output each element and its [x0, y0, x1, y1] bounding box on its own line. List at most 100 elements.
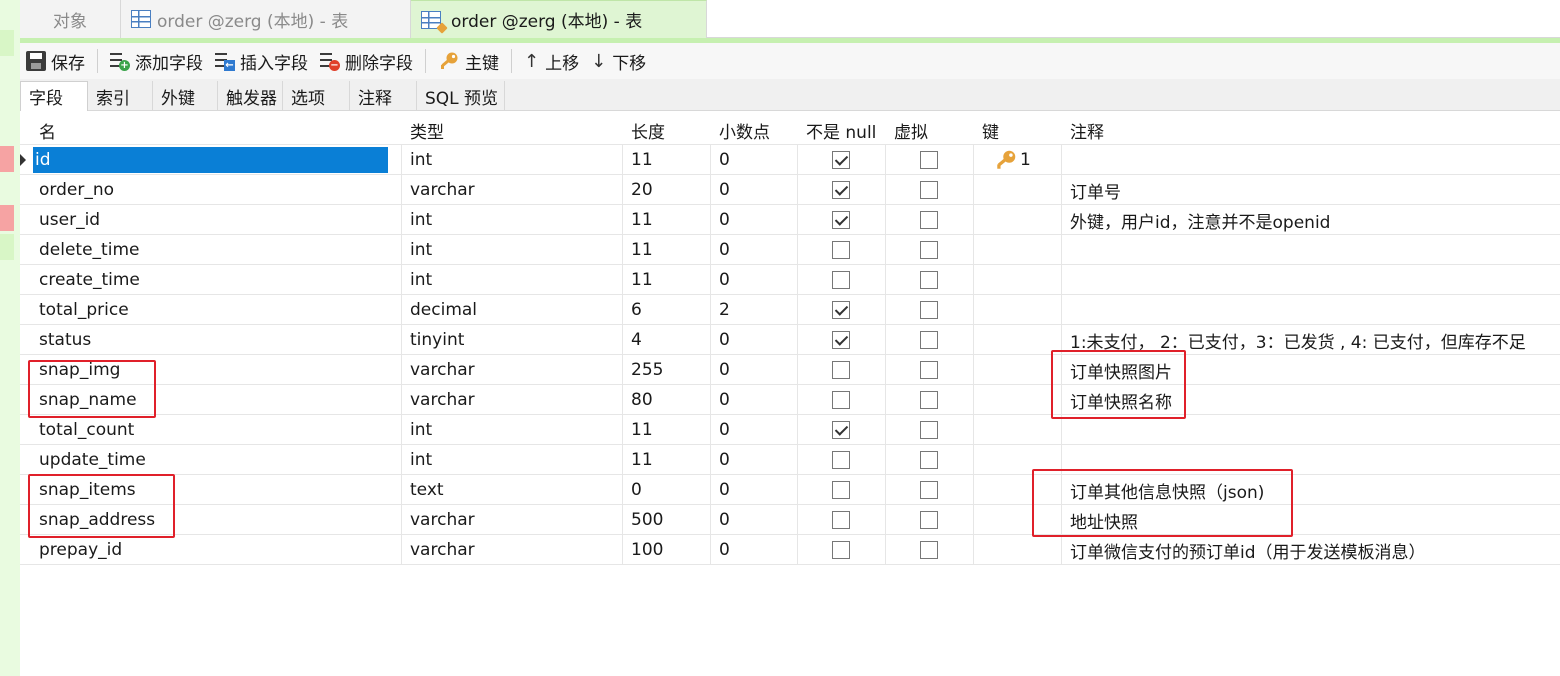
virtual-checkbox[interactable]	[920, 271, 938, 289]
field-type-cell[interactable]: int	[402, 145, 623, 175]
move-down-button[interactable]: ↓ 下移	[585, 46, 652, 76]
field-decimals-cell[interactable]: 0	[711, 265, 798, 295]
field-length-cell[interactable]: 6	[623, 295, 711, 325]
field-comment-cell[interactable]: 订单微信支付的预订单id（用于发送模板消息）	[1062, 535, 1560, 565]
virtual-checkbox[interactable]	[920, 481, 938, 499]
header-length[interactable]: 长度	[623, 115, 711, 145]
field-name-cell[interactable]: total_price	[31, 295, 402, 325]
field-comment-cell[interactable]	[1062, 415, 1560, 445]
field-name-cell[interactable]: total_count	[31, 415, 402, 445]
virtual-checkbox[interactable]	[920, 301, 938, 319]
field-key-cell[interactable]	[974, 205, 1062, 235]
field-length-cell[interactable]: 100	[623, 535, 711, 565]
field-comment-cell[interactable]	[1062, 265, 1560, 295]
subtab-fields[interactable]: 字段	[20, 81, 88, 111]
not-null-checkbox[interactable]	[832, 301, 850, 319]
table-row[interactable]: id int 11 0 1	[20, 145, 1560, 175]
field-type-cell[interactable]: int	[402, 205, 623, 235]
virtual-checkbox[interactable]	[920, 331, 938, 349]
field-type-cell[interactable]: int	[402, 235, 623, 265]
subtab-sql-preview[interactable]: SQL 预览	[417, 81, 505, 111]
field-length-cell[interactable]: 11	[623, 145, 711, 175]
field-type-cell[interactable]: int	[402, 415, 623, 445]
table-row[interactable]: snap_address varchar 500 0 地址快照	[20, 505, 1560, 535]
insert-field-button[interactable]: ← 插入字段	[209, 46, 314, 76]
field-length-cell[interactable]: 4	[623, 325, 711, 355]
field-name-cell[interactable]: status	[31, 325, 402, 355]
not-null-checkbox[interactable]	[832, 451, 850, 469]
field-name-cell[interactable]: delete_time	[31, 235, 402, 265]
field-length-cell[interactable]: 11	[623, 445, 711, 475]
field-key-cell[interactable]	[974, 325, 1062, 355]
header-key[interactable]: 键	[974, 115, 1062, 145]
not-null-checkbox[interactable]	[832, 361, 850, 379]
table-row[interactable]: total_count int 11 0	[20, 415, 1560, 445]
table-row[interactable]: prepay_id varchar 100 0 订单微信支付的预订单id（用于发送模板消…	[20, 535, 1560, 565]
field-name-cell[interactable]: update_time	[31, 445, 402, 475]
field-key-cell[interactable]	[974, 415, 1062, 445]
field-name-cell[interactable]: prepay_id	[31, 535, 402, 565]
field-decimals-cell[interactable]: 0	[711, 415, 798, 445]
field-type-cell[interactable]: int	[402, 445, 623, 475]
header-comment[interactable]: 注释	[1062, 115, 1560, 145]
field-key-cell[interactable]: 1	[974, 145, 1062, 175]
subtab-triggers[interactable]: 触发器	[218, 81, 283, 111]
tab-order-table-inactive[interactable]: order @zerg (本地) - 表	[121, 0, 411, 38]
not-null-checkbox[interactable]	[832, 421, 850, 439]
field-key-cell[interactable]	[974, 295, 1062, 325]
not-null-checkbox[interactable]	[832, 241, 850, 259]
not-null-checkbox[interactable]	[832, 181, 850, 199]
virtual-checkbox[interactable]	[920, 211, 938, 229]
field-key-cell[interactable]	[974, 265, 1062, 295]
field-decimals-cell[interactable]: 0	[711, 475, 798, 505]
field-decimals-cell[interactable]: 2	[711, 295, 798, 325]
field-length-cell[interactable]: 11	[623, 205, 711, 235]
move-up-button[interactable]: ↑ 上移	[518, 46, 585, 76]
field-name-cell[interactable]: id	[31, 145, 402, 175]
field-key-cell[interactable]	[974, 535, 1062, 565]
header-not-null[interactable]: 不是 null	[798, 115, 886, 145]
field-length-cell[interactable]: 0	[623, 475, 711, 505]
field-comment-cell[interactable]: 外键，用户id，注意并不是openid	[1062, 205, 1560, 235]
field-name-cell[interactable]: create_time	[31, 265, 402, 295]
subtab-foreign-keys[interactable]: 外键	[153, 81, 218, 111]
field-name-cell[interactable]: order_no	[31, 175, 402, 205]
field-type-cell[interactable]: int	[402, 265, 623, 295]
field-key-cell[interactable]	[974, 385, 1062, 415]
not-null-checkbox[interactable]	[832, 151, 850, 169]
field-comment-cell[interactable]	[1062, 235, 1560, 265]
field-length-cell[interactable]: 80	[623, 385, 711, 415]
field-length-cell[interactable]: 20	[623, 175, 711, 205]
virtual-checkbox[interactable]	[920, 181, 938, 199]
not-null-checkbox[interactable]	[832, 541, 850, 559]
field-type-cell[interactable]: varchar	[402, 535, 623, 565]
not-null-checkbox[interactable]	[832, 511, 850, 529]
add-field-button[interactable]: + 添加字段	[104, 46, 209, 76]
field-decimals-cell[interactable]: 0	[711, 145, 798, 175]
table-row[interactable]: order_no varchar 20 0 订单号	[20, 175, 1560, 205]
not-null-checkbox[interactable]	[832, 331, 850, 349]
field-length-cell[interactable]: 11	[623, 415, 711, 445]
virtual-checkbox[interactable]	[920, 241, 938, 259]
virtual-checkbox[interactable]	[920, 511, 938, 529]
not-null-checkbox[interactable]	[832, 211, 850, 229]
table-row[interactable]: create_time int 11 0	[20, 265, 1560, 295]
virtual-checkbox[interactable]	[920, 421, 938, 439]
virtual-checkbox[interactable]	[920, 361, 938, 379]
field-decimals-cell[interactable]: 0	[711, 355, 798, 385]
field-name-cell[interactable]: user_id	[31, 205, 402, 235]
field-comment-cell[interactable]	[1062, 145, 1560, 175]
tab-order-table-design[interactable]: order @zerg (本地) - 表	[411, 0, 707, 38]
virtual-checkbox[interactable]	[920, 391, 938, 409]
virtual-checkbox[interactable]	[920, 451, 938, 469]
header-decimals[interactable]: 小数点	[711, 115, 798, 145]
field-type-cell[interactable]: varchar	[402, 355, 623, 385]
primary-key-button[interactable]: 主键	[432, 46, 505, 76]
virtual-checkbox[interactable]	[920, 541, 938, 559]
table-row[interactable]: status tinyint 4 0 1:未支付， 2：已支付，3：已发货 , 4: 已…	[20, 325, 1560, 355]
field-decimals-cell[interactable]: 0	[711, 445, 798, 475]
field-comment-cell[interactable]	[1062, 295, 1560, 325]
field-decimals-cell[interactable]: 0	[711, 205, 798, 235]
subtab-comment[interactable]: 注释	[350, 81, 417, 111]
header-virtual[interactable]: 虚拟	[886, 115, 974, 145]
